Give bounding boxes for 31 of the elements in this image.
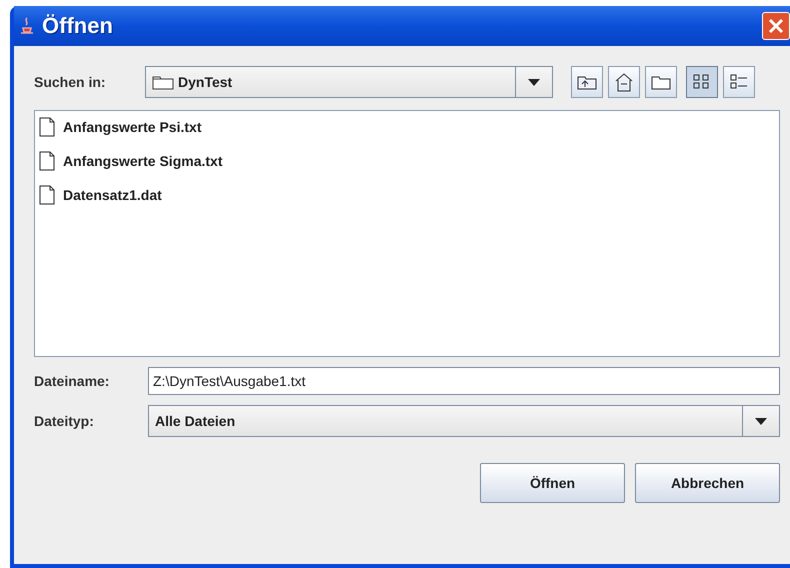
file-type-label: Dateityp: xyxy=(34,413,95,429)
file-icon xyxy=(39,151,55,171)
file-name: Anfangswerte Sigma.txt xyxy=(63,153,222,169)
folder-icon xyxy=(152,74,174,90)
look-in-value: DynTest xyxy=(178,74,232,90)
file-name: Datensatz1.dat xyxy=(63,187,162,203)
file-item[interactable]: Anfangswerte Psi.txt xyxy=(39,117,775,137)
details-view-icon xyxy=(729,73,749,91)
close-icon xyxy=(768,18,784,34)
house-icon xyxy=(613,72,635,92)
open-button[interactable]: Öffnen xyxy=(480,463,625,503)
window-title: Öffnen xyxy=(42,13,113,39)
new-folder-button[interactable] xyxy=(645,66,677,98)
details-view-button[interactable] xyxy=(723,66,755,98)
file-name: Anfangswerte Psi.txt xyxy=(63,119,202,135)
file-icon xyxy=(39,185,55,205)
file-icon xyxy=(39,117,55,137)
look-in-dropdown[interactable]: DynTest xyxy=(145,66,553,98)
home-button[interactable] xyxy=(608,66,640,98)
file-item[interactable]: Datensatz1.dat xyxy=(39,185,775,205)
file-name-field[interactable]: Z:\DynTest\Ausgabe1.txt xyxy=(148,367,780,395)
cancel-button[interactable]: Abbrechen xyxy=(635,463,780,503)
file-type-dropdown[interactable]: Alle Dateien xyxy=(148,405,780,437)
list-view-button[interactable] xyxy=(686,66,718,98)
file-type-value: Alle Dateien xyxy=(155,413,236,429)
close-button[interactable] xyxy=(762,12,790,40)
file-name-label: Dateiname: xyxy=(34,373,110,389)
file-item[interactable]: Anfangswerte Sigma.txt xyxy=(39,151,775,171)
cup-icon xyxy=(20,17,34,35)
look-in-label: Suchen in: xyxy=(34,74,107,90)
up-folder-button[interactable] xyxy=(571,66,603,98)
